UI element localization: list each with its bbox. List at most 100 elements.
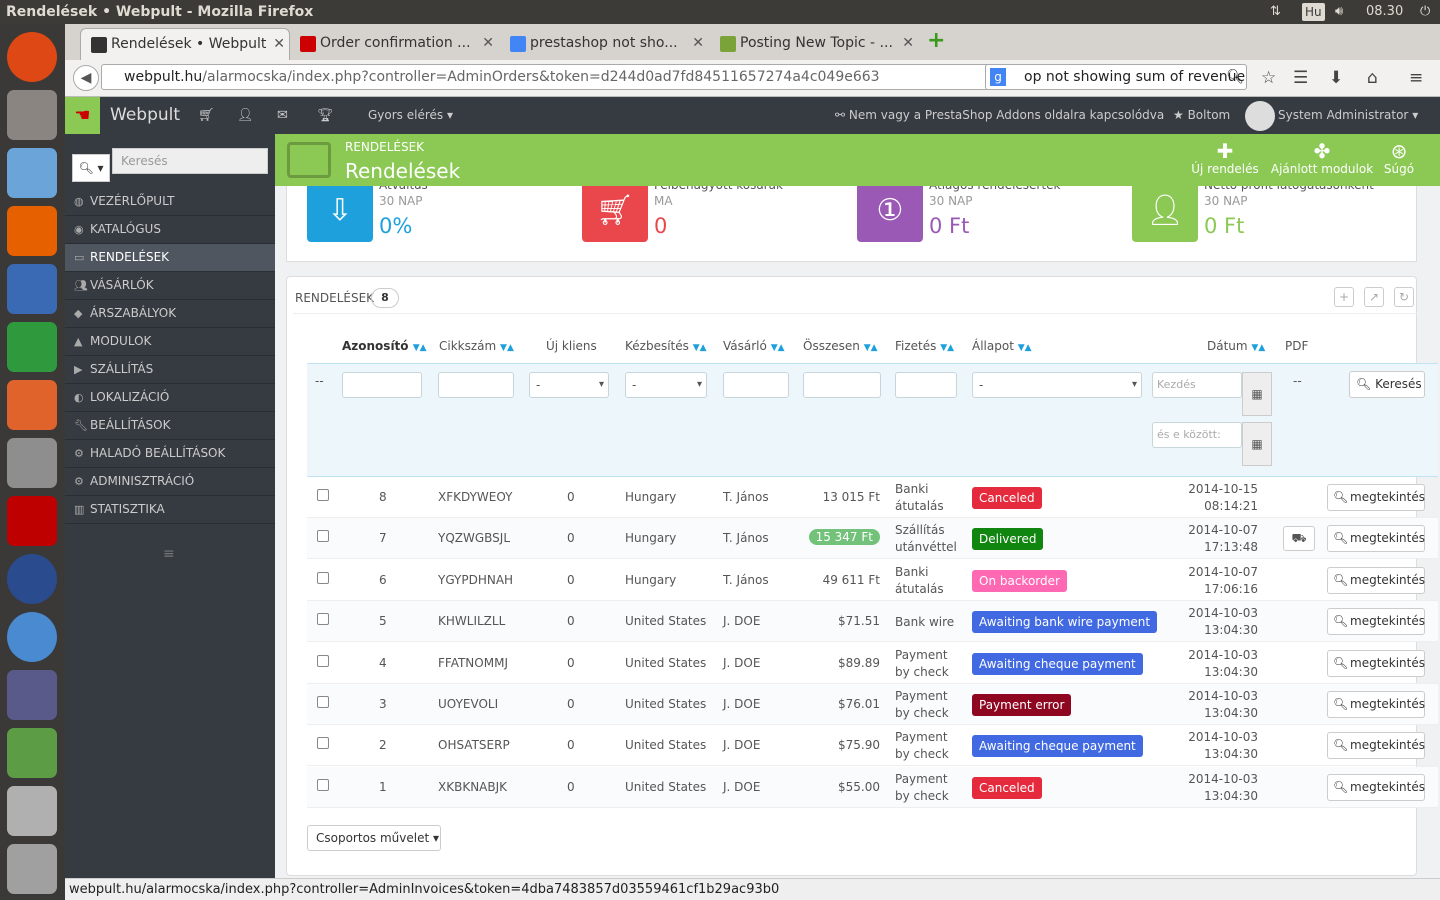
close-tab-icon[interactable]: ✕ bbox=[273, 29, 285, 59]
tab-rendelesek[interactable]: Rendelések • Webpult ✕ bbox=[80, 28, 290, 60]
avatar[interactable] bbox=[1245, 101, 1275, 131]
volume-icon[interactable]: 🔊︎ bbox=[1335, 0, 1343, 24]
keyboard-layout-indicator[interactable]: Hu bbox=[1302, 3, 1325, 21]
google-icon[interactable]: g bbox=[990, 68, 1006, 86]
filter-date-from-input[interactable]: Kezdés bbox=[1152, 372, 1242, 398]
bulk-action-button[interactable]: Csoportos művelet ▾ bbox=[307, 825, 441, 851]
tab-order-confirmation[interactable]: Order confirmation ... ✕ bbox=[290, 28, 498, 60]
view-order-button[interactable]: 🔍︎ megtekintés bbox=[1327, 566, 1425, 594]
filter-status-select[interactable]: - bbox=[972, 372, 1142, 398]
view-order-button[interactable]: 🔍︎ megtekintés bbox=[1327, 608, 1425, 636]
quick-access-menu[interactable]: Gyors elérés ▾ bbox=[368, 97, 453, 134]
search-type-dropdown[interactable]: 🔍︎ ▾ bbox=[72, 154, 110, 182]
bookmark-star-icon[interactable]: ☆ bbox=[1261, 68, 1276, 88]
back-icon[interactable]: ◀ bbox=[73, 65, 99, 91]
calendar-icon[interactable]: ▦ bbox=[1242, 422, 1272, 466]
sort-arrows-icon[interactable]: ▼▲ bbox=[1018, 343, 1032, 353]
tab-posting-new-topic[interactable]: Posting New Topic - ... ✕ bbox=[710, 28, 918, 60]
table-row[interactable]: 3 UOYEVOLI 0 United States J. DOE $76.01 Payme… bbox=[307, 684, 1438, 725]
filter-customer-input[interactable] bbox=[723, 372, 789, 398]
sort-arrows-icon[interactable]: ▼▲ bbox=[413, 343, 427, 353]
sidebar-item-0[interactable]: ◍ VEZÉRLŐPULT bbox=[65, 188, 275, 216]
close-tab-icon[interactable]: ✕ bbox=[482, 28, 494, 58]
cart-icon[interactable]: 🛒︎ bbox=[198, 97, 215, 134]
chromium-icon[interactable] bbox=[7, 612, 57, 662]
col-header-status[interactable]: Állapot ▼▲ bbox=[972, 339, 1032, 353]
filter-reference-input[interactable] bbox=[438, 372, 514, 398]
col-header-payment[interactable]: Fizetés ▼▲ bbox=[895, 339, 954, 353]
drive-icon[interactable] bbox=[7, 786, 57, 836]
writer-icon[interactable] bbox=[7, 264, 57, 314]
tab-google-search[interactable]: prestashop not sho... ✕ bbox=[500, 28, 708, 60]
help-button[interactable]: ⊛ Súgó bbox=[1379, 140, 1419, 176]
admin-search-input[interactable]: Keresés bbox=[112, 148, 268, 174]
calc-icon[interactable] bbox=[7, 322, 57, 372]
filter-search-button[interactable]: 🔍︎ Keresés bbox=[1349, 371, 1425, 398]
reading-list-icon[interactable]: ☰ bbox=[1293, 68, 1308, 88]
sort-arrows-icon[interactable]: ▼▲ bbox=[1251, 343, 1265, 353]
row-checkbox[interactable] bbox=[317, 530, 329, 543]
export-icon[interactable]: ↗ bbox=[1364, 287, 1384, 307]
row-checkbox[interactable] bbox=[317, 696, 329, 708]
clock[interactable]: 08.30 bbox=[1366, 0, 1403, 24]
shop-link[interactable]: ★ Boltom bbox=[1173, 97, 1230, 134]
new-tab-icon[interactable]: + bbox=[927, 28, 945, 53]
col-header-date[interactable]: Dátum ▼▲ bbox=[1207, 339, 1265, 353]
row-checkbox[interactable] bbox=[317, 737, 329, 750]
remote-desktop-icon[interactable] bbox=[7, 670, 57, 720]
filter-total-input[interactable] bbox=[803, 372, 881, 398]
sidebar-item-7[interactable]: ◐ LOKALIZÁCIÓ bbox=[65, 384, 275, 412]
sidebar-item-8[interactable]: 🔧︎ BEÁLLÍTÁSOK bbox=[65, 412, 275, 440]
filter-new-client-select[interactable]: - bbox=[529, 372, 609, 398]
filter-id-input[interactable] bbox=[342, 372, 422, 398]
row-checkbox[interactable] bbox=[317, 613, 329, 626]
power-icon[interactable]: ⏻ bbox=[1420, 0, 1430, 24]
user-menu[interactable]: System Administrator ▾ bbox=[1278, 97, 1418, 134]
col-header-delivery[interactable]: Kézbesítés ▼▲ bbox=[625, 339, 707, 353]
col-header-id[interactable]: Azonosító ▼▲ bbox=[342, 339, 427, 353]
view-order-button[interactable]: 🔍︎ megtekintés bbox=[1327, 691, 1425, 718]
brand[interactable]: Webpult bbox=[110, 97, 180, 134]
url-bar[interactable]: webpult.hu/alarmocska/index.php?controll… bbox=[101, 64, 1041, 90]
view-order-button[interactable]: 🔍︎ megtekintés bbox=[1327, 525, 1425, 553]
ubuntu-logo-icon[interactable] bbox=[7, 32, 57, 82]
sidebar-item-1[interactable]: ◉ KATALÓGUS bbox=[65, 216, 275, 244]
col-header-total[interactable]: Összesen ▼▲ bbox=[803, 339, 878, 353]
recommended-modules-button[interactable]: ✤ Ajánlott modulok bbox=[1270, 140, 1374, 176]
settings-icon[interactable] bbox=[7, 438, 57, 488]
firefox-icon[interactable] bbox=[7, 206, 57, 256]
drive-2-icon[interactable] bbox=[7, 844, 57, 894]
close-tab-icon[interactable]: ✕ bbox=[692, 28, 704, 58]
close-tab-icon[interactable]: ✕ bbox=[902, 28, 914, 58]
software-center-icon[interactable] bbox=[7, 380, 57, 430]
filter-delivery-select[interactable]: - bbox=[625, 372, 707, 398]
files-icon[interactable] bbox=[7, 90, 57, 140]
sort-arrows-icon[interactable]: ▼▲ bbox=[693, 343, 707, 353]
hand-logo-icon[interactable]: ☚ bbox=[65, 97, 100, 134]
view-order-button[interactable]: 🔍︎ megtekintés bbox=[1327, 649, 1425, 677]
sort-arrows-icon[interactable]: ▼▲ bbox=[940, 343, 954, 353]
new-order-button[interactable]: ✚ Új rendelés bbox=[1190, 140, 1260, 176]
box-icon[interactable] bbox=[7, 148, 57, 198]
sidebar-item-11[interactable]: ▥ STATISZTIKA bbox=[65, 496, 275, 524]
download-icon[interactable]: ⬇ bbox=[1329, 68, 1343, 88]
sidebar-item-3[interactable]: 👥︎ VÁSÁRLÓK bbox=[65, 272, 275, 300]
table-row[interactable]: 7 YQZWGBSJL 0 Hungary T. János 15 347 Ft Száll… bbox=[307, 518, 1438, 560]
sidebar-item-6[interactable]: ▶ SZÁLLÍTÁS bbox=[65, 356, 275, 384]
table-row[interactable]: 1 XKBKNABJK 0 United States J. DOE $55.00 Paym… bbox=[307, 766, 1438, 808]
sort-arrows-icon[interactable]: ▼▲ bbox=[864, 343, 878, 353]
view-order-button[interactable]: 🔍︎ megtekintés bbox=[1327, 732, 1425, 760]
home-icon[interactable]: ⌂ bbox=[1367, 68, 1378, 88]
lock-icon[interactable] bbox=[7, 554, 57, 604]
collapse-menu-icon[interactable]: ≡ bbox=[163, 546, 175, 562]
filter-date-to-input[interactable]: és e között: bbox=[1152, 422, 1242, 448]
view-order-button[interactable]: 🔍︎ megtekintés bbox=[1327, 773, 1425, 801]
sidebar-item-4[interactable]: ◆ ÁRSZABÁLYOK bbox=[65, 300, 275, 328]
col-header-reference[interactable]: Cikkszám ▼▲ bbox=[439, 339, 514, 353]
sort-arrows-icon[interactable]: ▼▲ bbox=[500, 343, 514, 353]
sort-arrows-icon[interactable]: ▼▲ bbox=[771, 343, 785, 353]
sidebar-item-9[interactable]: ⚙ HALADÓ BEÁLLÍTÁSOK bbox=[65, 440, 275, 468]
search-icon[interactable]: 🔍︎ bbox=[1226, 65, 1244, 89]
addons-status[interactable]: ⚯ Nem vagy a PrestaShop Addons oldalra k… bbox=[835, 97, 1164, 134]
refresh-icon[interactable]: ↻ bbox=[1394, 287, 1414, 307]
